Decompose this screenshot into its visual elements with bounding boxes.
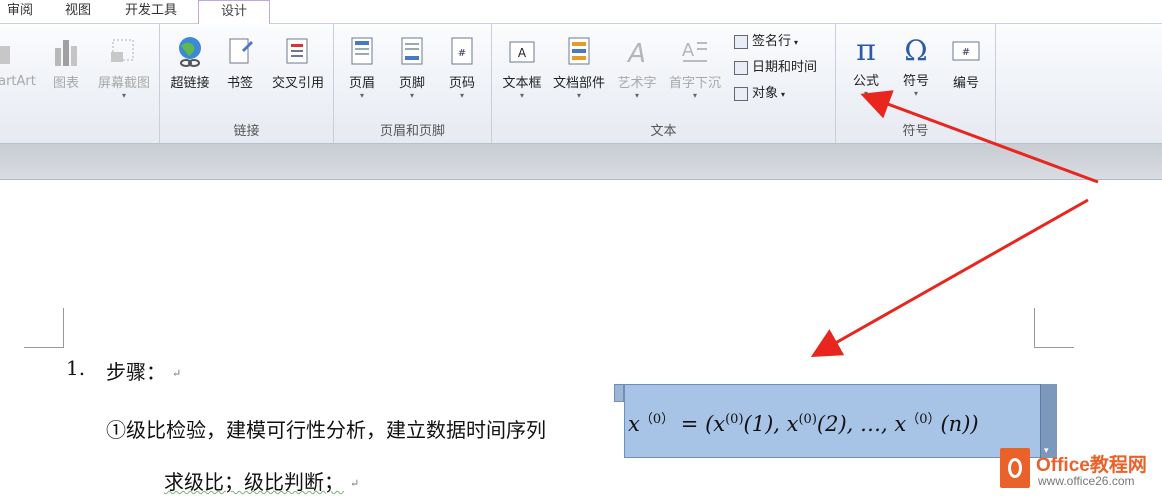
eq-sup: (0) [725,412,744,427]
equation-text[interactable]: x（0） = (x(0)(1), x(0)(2), …, x（0）(n)) [628,408,979,436]
quick-parts-button[interactable]: 文档部件 ▾ [550,36,608,101]
eq-part: (n)) [940,412,979,436]
paragraph-mark-icon: ↵ [350,477,360,490]
eq-sup: （0） [639,412,675,427]
drop-cap-button[interactable]: A 首字下沉 ▾ [664,36,726,101]
omega-icon: Ω [904,34,928,67]
wordart-icon: A [626,39,646,68]
step-heading-text: 步骤： [106,360,166,384]
bookmark-button[interactable]: 书签 [220,36,260,91]
date-time-button[interactable]: 日期和时间 [734,58,817,78]
chevron-down-icon: ▾ [692,91,697,100]
header-icon [351,37,373,65]
screenshot-button[interactable]: 屏幕截图 ▾ [92,36,156,101]
tab-developer[interactable]: 开发工具 [112,0,190,24]
svg-text:A: A [682,40,695,61]
chevron-down-icon: ▾ [634,91,639,100]
quick-parts-icon [568,37,590,65]
eq-sup: (0) [798,412,817,427]
group-links: 超链接 书签 交叉引用 链接 [160,24,334,143]
chevron-down-icon: ▾ [121,91,126,100]
step-subline[interactable]: 求级比；级比判断； ↵ [164,466,359,495]
screenshot-icon [111,39,134,62]
eq-part: (1), x [743,412,799,436]
object-button[interactable]: 对象 ▾ [734,84,785,104]
svg-text:A: A [518,46,527,60]
numbering-icon: # [952,41,980,61]
group-label-symbols: 符号 [902,124,929,139]
step-subline-text: 求级比；级比判断； [164,470,344,494]
ribbon: artArt 图表 屏幕截图 ▾ 超链接 书签 交叉引用 链接 页眉 ▾ 页脚 … [0,24,1162,144]
drop-cap-icon: A [682,40,707,62]
page-number-button[interactable]: # 页码 ▾ [442,36,482,101]
cross-reference-button[interactable]: 交叉引用 [264,36,332,91]
equation-button[interactable]: π 公式 ▾ [846,32,886,99]
group-label-text: 文本 [650,124,677,139]
chevron-down-icon: ▾ [519,91,524,100]
chevron-down-icon: ▾ [913,89,918,98]
chart-button[interactable]: 图表 [46,36,86,91]
chevron-down-icon: ▾ [863,89,868,98]
watermark-title: Office教程网 [1036,455,1147,476]
signature-line-button[interactable]: 签名行 ▾ [734,32,798,52]
numbering-button[interactable]: # 编号 [946,36,986,91]
hyperlink-button[interactable]: 超链接 [166,36,214,91]
globe-link-icon [179,37,201,67]
footer-button[interactable]: 页脚 ▾ [392,36,432,101]
svg-text:#: # [458,48,466,59]
group-header-footer: 页眉 ▾ 页脚 ▾ # 页码 ▾ 页眉和页脚 [334,24,492,143]
ruler-area [0,144,1162,180]
calendar-icon [734,60,748,75]
group-illustrations: artArt 图表 屏幕截图 ▾ [0,24,160,143]
margin-corner-left [24,308,64,348]
equation-handle-icon[interactable] [614,384,624,402]
tab-design[interactable]: 设计 [198,0,270,25]
page-number-icon: # [451,37,473,65]
header-button[interactable]: 页眉 ▾ [342,36,382,101]
date-time-label: 日期和时间 [752,60,818,75]
eq-part: x [628,412,640,436]
smartart-button[interactable]: artArt [0,38,40,89]
eq-sup: （0） [906,412,941,427]
object-icon [734,86,748,101]
textbox-button[interactable]: A 文本框 ▾ [498,36,546,101]
step-line-text[interactable]: ①级比检验，建模可行性分析，建立数据时间序列 [106,414,546,443]
svg-text:A: A [626,39,646,68]
group-label-header-footer: 页眉和页脚 [379,124,445,139]
pi-icon: π [856,33,876,68]
chevron-down-icon: ▾ [409,91,414,100]
group-text: A 文本框 ▾ 文档部件 ▾ A 艺术字 ▾ A 首字下沉 ▾ 签名行 ▾ 日期… [492,24,836,143]
office-logo-icon [1000,448,1030,488]
chart-icon [55,40,77,66]
watermark-url: www.office26.com [1038,474,1135,488]
list-number: 1. [66,356,86,380]
object-label: 对象 [752,86,779,101]
signature-label: 签名行 [752,34,792,49]
group-symbols: π 公式 ▾ Ω 符号 ▾ # 编号 符号 [836,24,996,143]
tab-review[interactable]: 审阅 [0,0,40,24]
chevron-down-icon: ▾ [359,91,364,100]
chevron-down-icon: ▾ [459,91,464,100]
textbox-icon: A [509,41,535,63]
margin-corner-right [1034,308,1074,348]
signature-icon [734,34,748,49]
group-label-links: 链接 [233,124,260,139]
smartart-icon [0,46,10,64]
symbol-button[interactable]: Ω 符号 ▾ [896,32,936,99]
bookmark-icon [229,38,253,64]
chevron-down-icon: ▾ [781,90,786,99]
cross-reference-icon [286,38,308,64]
eq-part: = (x [674,412,726,436]
ribbon-tab-bar: 审阅 视图 开发工具 设计 [0,0,1162,25]
eq-part: (2), …, x [816,412,907,436]
wordart-button[interactable]: A 艺术字 ▾ [614,36,660,101]
svg-text:#: # [962,47,970,58]
step-heading[interactable]: 步骤： ↵ [106,356,181,385]
chevron-down-icon: ▾ [794,38,799,47]
watermark: Office教程网 www.office26.com [994,444,1162,496]
footer-icon [401,37,423,65]
paragraph-mark-icon: ↵ [172,367,182,380]
chevron-down-icon: ▾ [576,91,581,100]
tab-view[interactable]: 视图 [52,0,104,24]
